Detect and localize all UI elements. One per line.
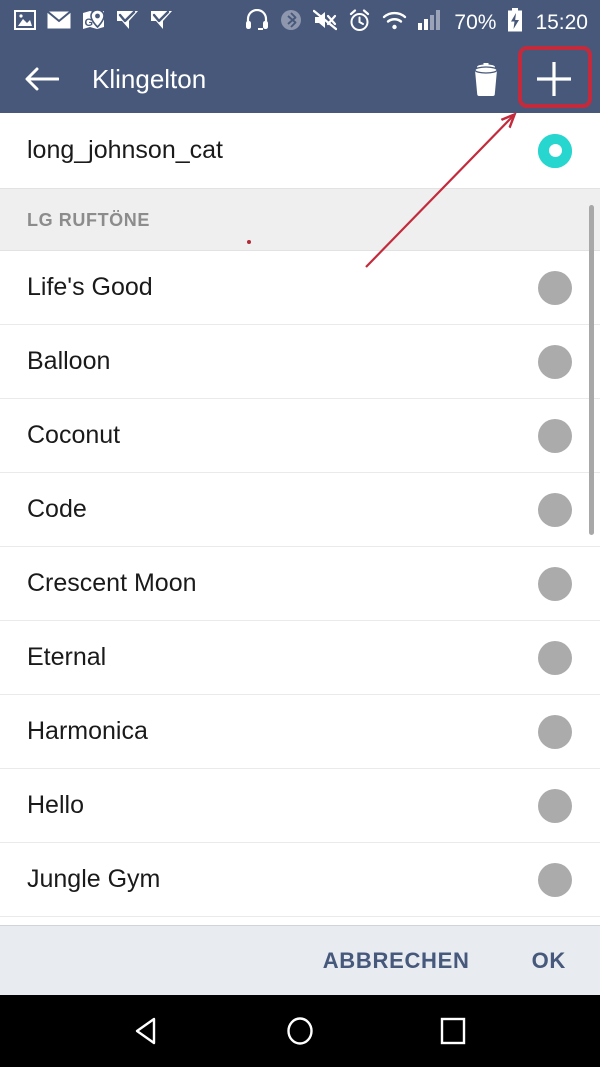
nav-recents-icon[interactable]	[423, 1001, 483, 1061]
radio-button[interactable]	[538, 788, 572, 823]
headset-icon	[245, 8, 269, 36]
alarm-icon	[348, 8, 371, 37]
list-item[interactable]: Hello	[0, 769, 600, 843]
list-item[interactable]: Jungle Gym	[0, 843, 600, 917]
radio-button[interactable]	[538, 270, 572, 305]
list-item-label: Hello	[27, 791, 84, 819]
mute-icon	[313, 9, 338, 36]
list-item-current-ringtone[interactable]: long_johnson_cat	[0, 113, 600, 188]
section-header-lg-ringtones: LG RUFTÖNE	[0, 188, 600, 251]
radio-button[interactable]	[538, 492, 572, 527]
clock-label: 15:20	[535, 11, 588, 34]
status-bar-notification-icons: G	[14, 9, 173, 36]
back-arrow-icon[interactable]	[20, 57, 64, 101]
svg-text:G: G	[85, 17, 94, 29]
email-icon	[46, 10, 72, 34]
cancel-button[interactable]: ABBRECHEN	[323, 949, 470, 972]
check-flag-icon	[150, 9, 173, 36]
nav-home-icon[interactable]	[270, 1001, 330, 1061]
list-item-label: Code	[27, 495, 87, 523]
bluetooth-icon	[280, 9, 302, 36]
status-bar-system-icons: 70% 15:20	[245, 8, 588, 37]
list-item[interactable]: Balloon	[0, 325, 600, 399]
check-flag-icon	[116, 9, 139, 36]
list-item[interactable]: Code	[0, 473, 600, 547]
list-item-label: Eternal	[27, 643, 107, 671]
list-item-label: Jungle Gym	[27, 865, 161, 893]
battery-percent-label: 70%	[454, 11, 497, 34]
signal-icon	[418, 10, 442, 35]
list-item[interactable]: Coconut	[0, 399, 600, 473]
app-bar-actions	[464, 57, 582, 101]
radio-button[interactable]	[538, 418, 572, 453]
gallery-icon	[14, 10, 36, 35]
list-item[interactable]: Life's Good	[0, 251, 600, 325]
dialog-action-bar: ABBRECHEN OK	[0, 925, 600, 995]
system-navigation-bar	[0, 995, 600, 1067]
scrollbar-thumb[interactable]	[589, 205, 594, 535]
trash-icon[interactable]	[464, 57, 508, 101]
page-title: Klingelton	[92, 64, 207, 94]
radio-button[interactable]	[538, 862, 572, 897]
section-header-label: LG RUFTÖNE	[27, 209, 150, 230]
list-item[interactable]: Eternal	[0, 621, 600, 695]
plus-icon[interactable]	[532, 57, 576, 101]
ok-button[interactable]: OK	[532, 949, 566, 972]
app-bar: Klingelton	[0, 45, 600, 113]
scrollbar[interactable]	[589, 113, 594, 925]
phone-screen: G 70% 15:20 Klingelton long_johnson_cat …	[0, 0, 600, 1067]
list-item[interactable]: Harmonica	[0, 695, 600, 769]
status-bar: G 70% 15:20	[0, 0, 600, 45]
list-item-label: Coconut	[27, 421, 121, 449]
radio-button-selected[interactable]	[538, 133, 572, 168]
maps-pin-icon: G	[82, 9, 105, 36]
list-item[interactable]: Crescent Moon	[0, 547, 600, 621]
nav-back-icon[interactable]	[117, 1001, 177, 1061]
radio-button[interactable]	[538, 714, 572, 749]
battery-charging-icon	[507, 8, 523, 37]
wifi-icon	[382, 10, 407, 35]
list-item-label: Harmonica	[27, 717, 148, 745]
annotation-dot	[247, 240, 251, 244]
list-item-label: Crescent Moon	[27, 569, 197, 597]
radio-button[interactable]	[538, 640, 572, 675]
list-item-label: long_johnson_cat	[27, 136, 223, 164]
list-item-label: Balloon	[27, 347, 111, 375]
radio-button[interactable]	[538, 566, 572, 601]
ringtone-list[interactable]: long_johnson_cat LG RUFTÖNE Life's Good …	[0, 113, 600, 925]
radio-button[interactable]	[538, 344, 572, 379]
list-item-label: Life's Good	[27, 273, 153, 301]
